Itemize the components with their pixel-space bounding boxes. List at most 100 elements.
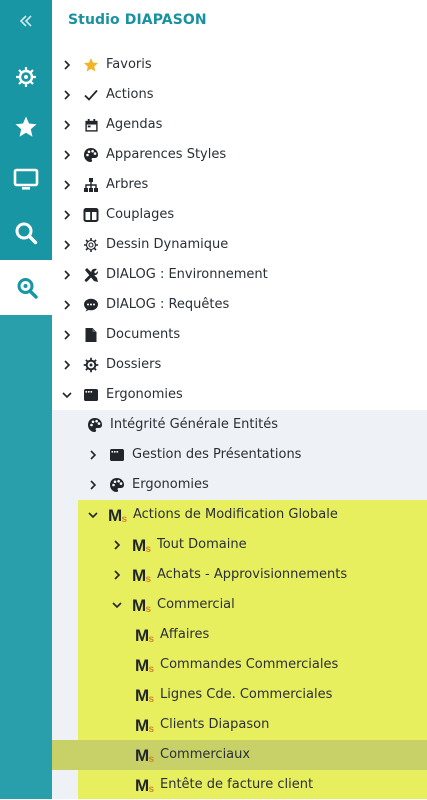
svg-text:M: M <box>132 567 146 583</box>
chevron-right-icon[interactable] <box>86 478 100 492</box>
chevron-right-icon[interactable] <box>60 178 74 192</box>
document-icon <box>82 326 100 344</box>
tree-item[interactable]: Favoris <box>60 50 152 80</box>
tree-item[interactable]: Couplages <box>60 200 174 230</box>
tree-item[interactable]: Ms Achats - Approvisionnements <box>110 560 347 590</box>
tree-item-label: DIALOG : Environnement <box>106 267 268 282</box>
svg-text:M: M <box>135 777 149 793</box>
location-search-icon[interactable] <box>0 260 53 315</box>
ms-icon: Ms <box>135 716 157 734</box>
tree-item-label: Actions de Modification Globale <box>133 507 338 522</box>
tree-item-label: Lignes Cde. Commerciales <box>160 687 333 702</box>
tree-item-label: Dessin Dynamique <box>106 237 229 252</box>
svg-text:M: M <box>135 747 149 763</box>
helm-icon <box>82 356 100 374</box>
tree-item-label: Gestion des Présentations <box>132 447 302 462</box>
chat-icon <box>82 296 100 314</box>
tree-item[interactable]: DIALOG : Environnement <box>60 260 268 290</box>
chevron-right-icon[interactable] <box>60 88 74 102</box>
tree-item[interactable]: Ms Actions de Modification Globale <box>86 500 338 530</box>
chevron-right-icon[interactable] <box>60 148 74 162</box>
svg-text:s: s <box>149 634 155 643</box>
chevron-right-icon[interactable] <box>110 538 124 552</box>
tree-item[interactable]: Ergonomies <box>86 470 209 500</box>
svg-text:M: M <box>135 657 149 673</box>
chevron-right-icon[interactable] <box>60 268 74 282</box>
tree-item[interactable]: Ms Lignes Cde. Commerciales <box>135 680 332 710</box>
ms-icon: Ms <box>135 686 157 704</box>
ms-icon: Ms <box>135 626 157 644</box>
tree-item[interactable]: Ms Tout Domaine <box>110 530 247 560</box>
tree-item[interactable]: Ms Clients Diapason <box>135 710 269 740</box>
tree-item-label: Agendas <box>106 117 163 132</box>
check-icon <box>82 86 100 104</box>
tree-item[interactable]: Agendas <box>60 110 162 140</box>
chevron-right-icon[interactable] <box>60 208 74 222</box>
chevron-right-icon[interactable] <box>60 58 74 72</box>
tree-item[interactable]: Ms Commercial <box>110 590 235 620</box>
gear-outline-icon <box>82 236 100 254</box>
tree-item-label: Tout Domaine <box>157 537 247 552</box>
tree-item[interactable]: Gestion des Présentations <box>86 440 301 470</box>
chevron-right-icon[interactable] <box>60 298 74 312</box>
ms-icon: Ms <box>135 776 157 794</box>
chevron-right-icon[interactable] <box>60 328 74 342</box>
ms-icon: Ms <box>135 656 157 674</box>
monitor-icon[interactable] <box>0 165 52 195</box>
svg-text:s: s <box>149 724 155 733</box>
helm-icon[interactable] <box>0 62 52 92</box>
ms-icon: Ms <box>132 596 154 614</box>
palette-icon <box>108 476 126 494</box>
tree-item[interactable]: Documents <box>60 320 180 350</box>
tree-item[interactable]: Dossiers <box>60 350 161 380</box>
window-icon <box>108 446 126 464</box>
left-rail <box>0 0 53 799</box>
star-icon[interactable] <box>0 112 52 142</box>
chevron-right-icon[interactable] <box>86 448 100 462</box>
tree-item[interactable]: Ms Commerciaux <box>135 740 250 770</box>
tree-item[interactable]: Ms Commandes Commerciales <box>135 650 338 680</box>
svg-text:M: M <box>135 687 149 703</box>
tree-item-label: Commandes Commerciales <box>160 657 339 672</box>
tree-item-label: Affaires <box>160 627 210 642</box>
svg-text:s: s <box>146 574 152 583</box>
star-icon <box>82 56 100 74</box>
svg-text:M: M <box>132 537 146 553</box>
collapse-icon[interactable] <box>0 6 52 36</box>
chevron-right-icon[interactable] <box>60 118 74 132</box>
columns-icon <box>82 206 100 224</box>
tree-item[interactable]: Actions <box>60 80 154 110</box>
tree-item-label: Apparences Styles <box>106 147 227 162</box>
chevron-down-icon[interactable] <box>60 388 74 402</box>
chevron-right-icon[interactable] <box>110 568 124 582</box>
tools-icon <box>82 266 100 284</box>
chevron-right-icon[interactable] <box>60 358 74 372</box>
svg-text:M: M <box>108 507 122 523</box>
tree-item[interactable]: Apparences Styles <box>60 140 226 170</box>
ms-icon: Ms <box>132 566 154 584</box>
tree-item[interactable]: Ms Affaires <box>135 620 209 650</box>
chevron-right-icon[interactable] <box>60 238 74 252</box>
chevron-down-icon[interactable] <box>86 508 100 522</box>
search-icon[interactable] <box>0 218 52 248</box>
svg-text:s: s <box>146 544 152 553</box>
tree-item-label: Entête de facture client <box>160 777 314 792</box>
tree-item[interactable]: DIALOG : Requêtes <box>60 290 229 320</box>
tree-item[interactable]: Ms Entête de facture client <box>135 770 313 800</box>
svg-text:s: s <box>146 604 152 613</box>
tree-item[interactable]: Intégrité Générale Entités <box>86 410 278 440</box>
window-icon <box>82 386 100 404</box>
tree-item-label: Arbres <box>106 177 149 192</box>
tree-item[interactable]: Ergonomies <box>60 380 183 410</box>
tree-item-label: Favoris <box>106 57 152 72</box>
svg-text:M: M <box>135 627 149 643</box>
chevron-down-icon[interactable] <box>110 598 124 612</box>
tree-item-label: Dossiers <box>106 357 162 372</box>
tree-item[interactable]: Arbres <box>60 170 148 200</box>
tree-item-label: DIALOG : Requêtes <box>106 297 230 312</box>
tree-item[interactable]: Dessin Dynamique <box>60 230 228 260</box>
rail-lower-area <box>0 315 52 799</box>
tree-item-label: Commerciaux <box>160 747 251 762</box>
svg-text:M: M <box>135 717 149 733</box>
tree-item-label: Commercial <box>157 597 235 612</box>
